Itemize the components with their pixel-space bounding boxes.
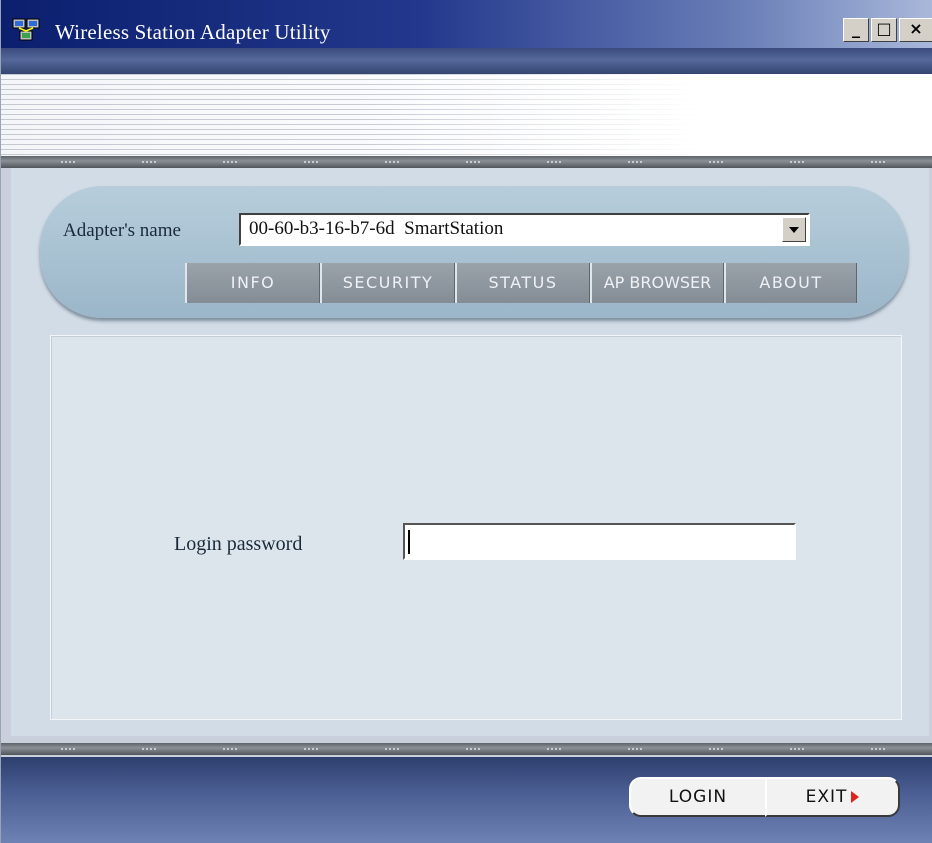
login-button-label: LOGIN [668, 787, 728, 807]
login-button[interactable]: LOGIN [629, 777, 767, 817]
dropdown-button[interactable] [782, 217, 806, 242]
maximize-button[interactable]: □ [871, 18, 897, 42]
tab-ap-browser[interactable]: AP BROWSER [590, 263, 724, 303]
text-caret [408, 530, 410, 554]
title-bar[interactable]: Wireless Station Adapter Utility _ □ × [1, 0, 932, 48]
arrow-right-icon [851, 791, 860, 803]
exit-button-label: EXIT [805, 787, 848, 807]
close-button[interactable]: × [899, 18, 932, 42]
login-password-label: Login password [174, 533, 303, 555]
minimize-button[interactable]: _ [843, 18, 869, 42]
tab-security[interactable]: SECURITY [320, 263, 455, 303]
top-divider [1, 156, 932, 168]
exit-button[interactable]: EXIT [765, 777, 900, 817]
app-window: Wireless Station Adapter Utility _ □ × A… [0, 0, 932, 843]
tab-status[interactable]: STATUS [455, 263, 590, 303]
tab-bar: INFO SECURITY STATUS AP BROWSER ABOUT [185, 263, 857, 303]
tab-about[interactable]: ABOUT [724, 263, 857, 303]
header-strip [1, 48, 932, 74]
chevron-down-icon [789, 227, 799, 233]
login-password-input[interactable] [403, 523, 796, 560]
tab-info[interactable]: INFO [185, 263, 320, 303]
banner-stripes [1, 74, 701, 156]
network-computer-icon [12, 18, 40, 42]
window-title: Wireless Station Adapter Utility [55, 20, 331, 44]
adapter-selected-value: 00-60-b3-16-b7-6d SmartStation [249, 218, 504, 239]
adapter-select[interactable]: 00-60-b3-16-b7-6d SmartStation [239, 213, 810, 246]
adapter-name-label: Adapter's name [63, 220, 181, 241]
bottom-divider [1, 743, 932, 755]
